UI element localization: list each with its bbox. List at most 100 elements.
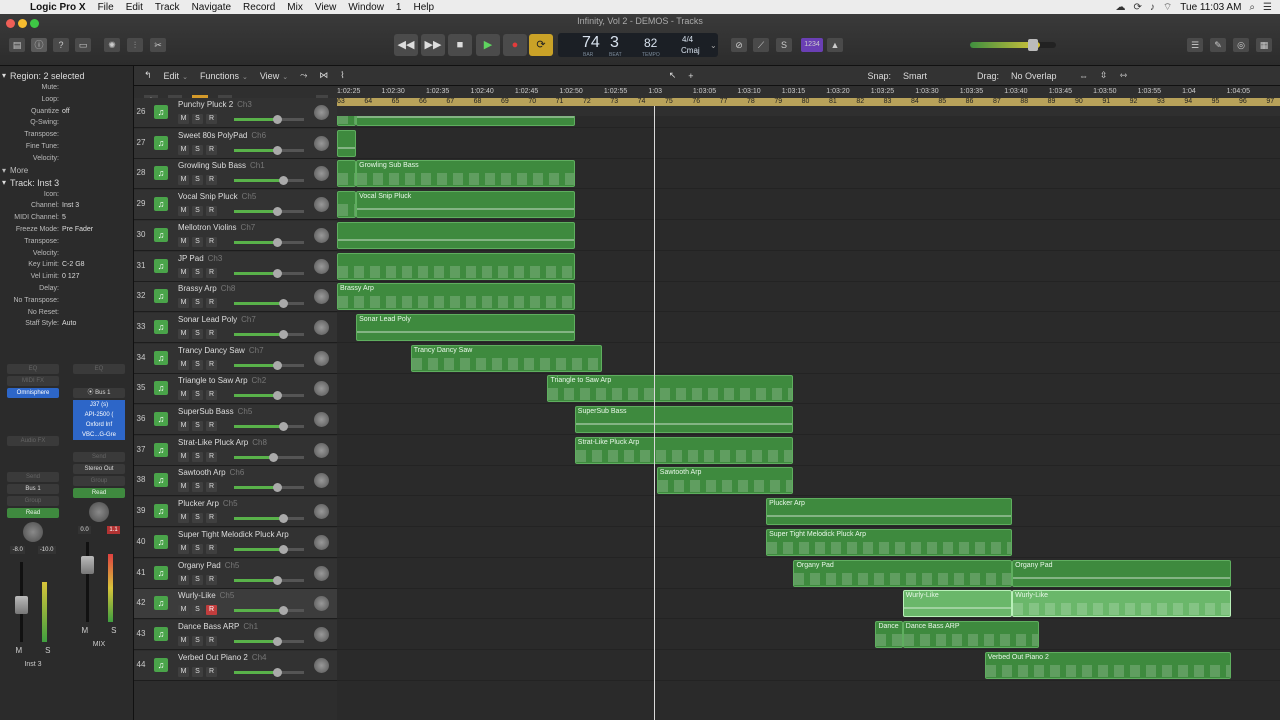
track-volume-slider[interactable] (234, 268, 304, 278)
menu-window[interactable]: Window (342, 2, 390, 13)
lcd-key[interactable]: Cmaj (681, 46, 700, 55)
track-lane[interactable]: Growling Sub Bass (337, 159, 1280, 190)
track-header[interactable]: 30 ♫ Mellotron Violins Ch7 M S R (134, 220, 337, 251)
track-lane[interactable]: Sonar Lead Poly (337, 313, 1280, 343)
mixer-button[interactable]: ⫶ (127, 38, 143, 52)
midi-region[interactable]: Dance Bass ARP (902, 620, 1040, 648)
ruler[interactable]: 1:02:25 1:02:30 1:02:35 1:02:40 1:02:45 1:02:… (337, 86, 1280, 116)
track-solo-button[interactable]: S (192, 390, 203, 401)
track-solo-button[interactable]: S (192, 175, 203, 186)
inspector-button[interactable]: ⓘ (31, 38, 47, 52)
volume-handle[interactable] (273, 145, 283, 155)
track-mute-button[interactable]: M (178, 175, 189, 186)
track-header[interactable]: 34 ♫ Trancy Dancy Saw Ch7 M S R (134, 343, 337, 374)
track-lane[interactable]: Verbed Out Piano 2 (337, 651, 1280, 681)
track-mute-button[interactable]: M (178, 605, 189, 616)
track-record-button[interactable]: R (206, 359, 217, 370)
track-name[interactable]: Trancy Dancy Saw Ch7 (178, 346, 264, 355)
local-menu-edit[interactable]: Edit ⌄ (158, 71, 194, 81)
track-header[interactable]: 38 ♫ Sawtooth Arp Ch6 M S R (134, 466, 337, 497)
midi-region[interactable]: Trancy Dancy Saw (410, 344, 603, 372)
track-record-button[interactable]: R (206, 513, 217, 524)
track-name[interactable]: Sawtooth Arp Ch6 (178, 468, 244, 477)
volume-handle[interactable] (279, 299, 288, 309)
cloud-icon[interactable]: ☁ (1115, 2, 1125, 13)
track-record-button[interactable]: R (206, 144, 217, 155)
smart-controls-button[interactable]: ✺ (104, 38, 120, 52)
track-header[interactable]: 28 ♫ Growling Sub Bass Ch1 M S R (134, 159, 337, 190)
peak-readout[interactable]: 1.1 (107, 526, 120, 534)
track-name[interactable]: Sweet 80s PolyPad Ch6 (178, 131, 266, 140)
track-record-button[interactable]: R (206, 421, 217, 431)
replace-button[interactable]: ⊘ (731, 38, 747, 52)
send-slot[interactable]: Send (73, 452, 125, 462)
list-editors-button[interactable]: ☰ (1187, 38, 1203, 52)
inspector-row[interactable]: Vel Limit: 0 127 (0, 271, 133, 283)
inspector-row-value[interactable]: Pre Fader (62, 224, 93, 236)
track-pan-knob[interactable] (314, 166, 329, 182)
track-record-button[interactable]: R (206, 666, 217, 677)
track-mute-button[interactable]: M (178, 328, 189, 339)
midi-region[interactable] (337, 116, 357, 126)
menu-navigate[interactable]: Navigate (186, 2, 237, 13)
synth-track-icon[interactable]: ♫ (154, 412, 168, 426)
track-record-button[interactable]: R (206, 451, 217, 462)
clock[interactable]: Tue 11:03 AM (1180, 2, 1241, 13)
track-solo-button[interactable]: S (192, 635, 203, 646)
track-solo-button[interactable]: S (192, 666, 203, 677)
track-volume-slider[interactable] (234, 667, 304, 677)
track-lane[interactable]: Plucker Arp (337, 497, 1280, 528)
lcd-display[interactable]: 74 3 BAR BEAT 82 TEMPO 4/4 Cmaj ⌄ (558, 33, 718, 58)
track-mute-button[interactable]: M (178, 482, 189, 493)
track-pan-knob[interactable] (314, 381, 329, 397)
zoom-waveform-icon[interactable]: ⇔ (1073, 71, 1094, 81)
midi-region[interactable]: Plucker Arp (766, 498, 1013, 526)
menu-file[interactable]: File (92, 2, 120, 13)
midi-region[interactable]: Verbed Out Piano 2 (984, 651, 1231, 679)
track-volume-slider[interactable] (234, 483, 304, 493)
midi-region[interactable]: Organy Pad (793, 559, 1013, 587)
instrument-slot[interactable]: Omnisphere (7, 388, 59, 398)
track-inspector-header[interactable]: Track: Inst 3 (0, 177, 133, 189)
midi-region[interactable]: Super Tight Melodick Pluck Arp (766, 528, 1013, 556)
master-volume-slider[interactable] (970, 39, 1056, 51)
track-name[interactable]: Strat-Like Pluck Arp Ch8 (178, 438, 267, 447)
automation-icon[interactable]: ⌇ (334, 70, 350, 81)
solo-button[interactable]: S (776, 38, 792, 52)
track-pan-knob[interactable] (314, 596, 329, 612)
track-volume-slider[interactable] (234, 391, 304, 401)
vertical-zoom-icon[interactable]: ⇳ (1094, 70, 1114, 81)
peak-readout[interactable]: -10.0 (37, 546, 56, 554)
track-mute-button[interactable]: M (178, 359, 189, 370)
midi-region[interactable] (337, 191, 357, 219)
lcd-mode-chevron-icon[interactable]: ⌄ (710, 41, 717, 50)
track-pan-knob[interactable] (314, 565, 329, 581)
track-name[interactable]: SuperSub Bass Ch5 (178, 407, 252, 416)
track-lane[interactable]: Brassy Arp (337, 282, 1280, 313)
track-lane[interactable]: Trancy Dancy Saw (337, 344, 1280, 374)
track-volume-slider[interactable] (234, 360, 304, 370)
midi-region[interactable]: Triangle to Saw Arp (547, 375, 794, 403)
track-pan-knob[interactable] (314, 227, 329, 243)
more-disclosure[interactable]: More (0, 165, 133, 177)
synth-track-icon[interactable]: ♫ (154, 504, 168, 519)
track-header[interactable]: 35 ♫ Triangle to Saw Arp Ch2 M S R (134, 374, 337, 405)
send-slot[interactable]: Send (7, 472, 59, 482)
track-volume-slider[interactable] (234, 237, 304, 247)
track-lane[interactable]: Punchy Pluck 2 (337, 116, 1280, 128)
inspector-row-value[interactable]: Auto (62, 318, 76, 330)
midi-region[interactable] (337, 129, 357, 157)
automation-mode[interactable]: Read (7, 508, 59, 518)
track-mute-button[interactable]: M (178, 451, 189, 462)
track-mute-button[interactable]: M (178, 298, 189, 309)
track-volume-slider[interactable] (234, 544, 304, 554)
track-pan-knob[interactable] (314, 473, 329, 489)
volume-handle[interactable] (273, 575, 283, 585)
track-volume-slider[interactable] (234, 452, 304, 462)
volume-handle[interactable] (268, 452, 278, 462)
midi-region[interactable]: Punchy Pluck 2 (356, 116, 575, 126)
midi-region[interactable]: Brassy Arp (337, 283, 575, 311)
track-solo-button[interactable]: S (192, 114, 203, 124)
track-lane[interactable]: Super Tight Melodick Pluck Arp (337, 528, 1280, 558)
inspector-row[interactable]: Transpose: (0, 236, 133, 248)
